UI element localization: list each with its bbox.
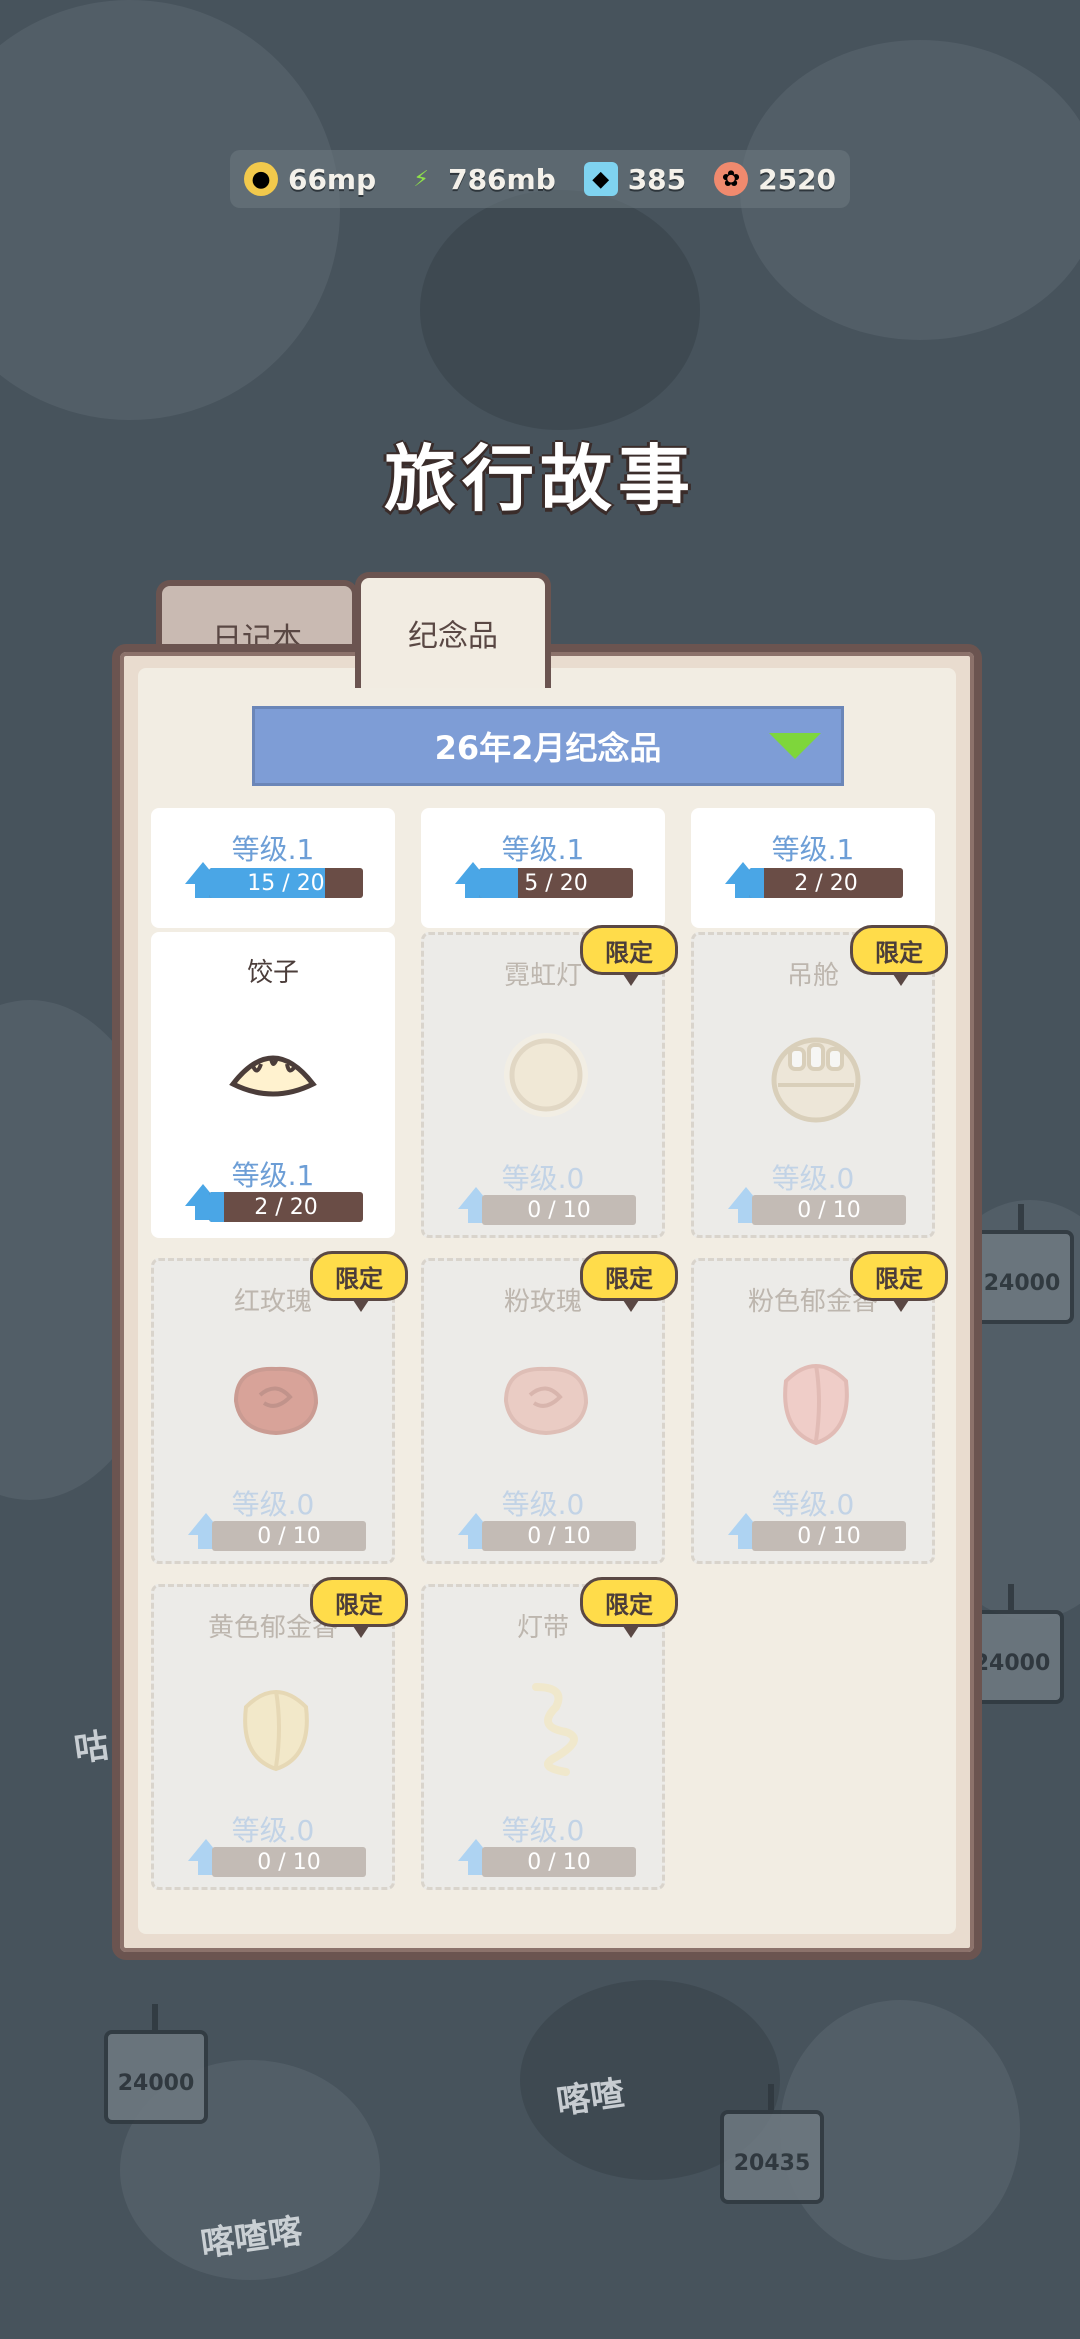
progress-text: 0 / 10: [257, 1523, 321, 1549]
progress-text: 2 / 20: [794, 870, 858, 896]
shell-resource[interactable]: ✿ 2520: [714, 162, 836, 196]
progress-fill: [749, 868, 765, 898]
souvenir-card[interactable]: 等级.1 2 / 20: [691, 808, 935, 928]
souvenir-name: 饺子: [246, 958, 299, 988]
progress-fill: [479, 868, 518, 898]
progress-text: 0 / 10: [797, 1197, 861, 1223]
pod-icon: [771, 1037, 861, 1123]
coin-resource[interactable]: ● 66mp: [243, 162, 377, 196]
coin-count: 66mp: [287, 162, 377, 196]
souvenir-card[interactable]: 粉色郁金香 等级.0 0 / 10 限定: [691, 1251, 948, 1564]
limited-badge: 限定: [850, 925, 948, 986]
energy-count: 786mb: [448, 162, 556, 196]
progress-fill: [209, 1192, 225, 1222]
progress-bar: 0 / 10: [482, 1521, 636, 1551]
limited-badge-label: 限定: [605, 1590, 653, 1619]
progress-bar: 0 / 10: [212, 1521, 366, 1551]
souvenir-card[interactable]: 黄色郁金香 等级.0 0 / 10 限定: [151, 1577, 408, 1890]
limited-badge-label: 限定: [605, 938, 653, 967]
limited-badge-label: 限定: [605, 1264, 653, 1293]
limited-badge: 限定: [580, 1577, 678, 1638]
light-strip-icon: [532, 1683, 578, 1776]
limited-badge: 限定: [580, 1251, 678, 1312]
message-sign: 24000: [104, 2004, 208, 2124]
progress-text: 15 / 20: [247, 870, 325, 896]
limited-badge: 限定: [310, 1577, 408, 1638]
lightning-icon: ⚡: [413, 166, 429, 192]
limited-badge: 限定: [310, 1251, 408, 1312]
month-dropdown[interactable]: 26年2月纪念品: [252, 706, 844, 786]
progress-bar: 0 / 10: [212, 1847, 366, 1877]
progress-text: 5 / 20: [524, 870, 588, 896]
souvenir-panel: 26年2月纪念品 等级.1 15 / 20 等级.1 5 / 20 等级.1 2 /…: [112, 644, 982, 1960]
progress-text: 0 / 10: [527, 1523, 591, 1549]
coin-icon: ●: [243, 162, 278, 196]
shell-icon: ✿: [714, 162, 749, 196]
sound-effect-text: 咕: [71, 1725, 112, 1771]
pink-rose-icon: [503, 1366, 589, 1436]
limited-badge: 限定: [580, 925, 678, 986]
progress-text: 0 / 10: [527, 1849, 591, 1875]
resource-bar: ● 66mp ⚡ 786mb ◆ 385 ✿ 2520: [230, 150, 850, 208]
gem-icon: ◆: [583, 162, 618, 196]
shell-count: 2520: [758, 162, 837, 196]
progress-text: 2 / 20: [254, 1194, 318, 1220]
progress-text: 0 / 10: [797, 1523, 861, 1549]
message-sign: 20435: [720, 2084, 824, 2204]
souvenir-card[interactable]: 红玫瑰 等级.0 0 / 10 限定: [151, 1251, 408, 1564]
progress-bar: 5 / 20: [479, 868, 633, 898]
tab-souvenirs[interactable]: 纪念品: [355, 572, 551, 688]
dropdown-value: 26年2月纪念品: [434, 729, 662, 767]
gem-count: 385: [627, 162, 687, 196]
progress-bar: 2 / 20: [749, 868, 903, 898]
page-title: 旅行故事: [383, 437, 696, 521]
souvenir-card[interactable]: 等级.1 15 / 20: [151, 808, 395, 928]
progress-text: 0 / 10: [527, 1197, 591, 1223]
pink-tulip-icon: [783, 1364, 849, 1446]
message-sign: 24000: [970, 1204, 1074, 1324]
tab-souvenirs-label: 纪念品: [408, 619, 498, 654]
progress-bar: 0 / 10: [752, 1195, 906, 1225]
progress-bar: 15 / 20: [209, 868, 363, 898]
progress-bar: 2 / 20: [209, 1192, 363, 1222]
gem-resource[interactable]: ◆ 385: [583, 162, 687, 196]
progress-bar: 0 / 10: [482, 1847, 636, 1877]
souvenir-list[interactable]: 26年2月纪念品 等级.1 15 / 20 等级.1 5 / 20 等级.1 2 /…: [138, 668, 956, 1934]
limited-badge-label: 限定: [875, 938, 923, 967]
sound-effect-text: 喀喳: [554, 2073, 627, 2123]
souvenir-card[interactable]: 吊舱 等级.0 0 / 10 限定: [691, 925, 948, 1238]
progress-bar: 0 / 10: [752, 1521, 906, 1551]
limited-badge-label: 限定: [335, 1264, 383, 1293]
limited-badge-label: 限定: [335, 1590, 383, 1619]
souvenir-card[interactable]: 粉玫瑰 等级.0 0 / 10 限定: [421, 1251, 678, 1564]
souvenir-card[interactable]: 霓虹灯 等级.0 0 / 10 限定: [421, 925, 678, 1238]
neon-light-icon: [504, 1033, 588, 1117]
limited-badge-label: 限定: [875, 1264, 923, 1293]
limited-badge: 限定: [850, 1251, 948, 1312]
souvenir-card[interactable]: 灯带 等级.0 0 / 10 限定: [421, 1577, 678, 1890]
progress-text: 0 / 10: [257, 1849, 321, 1875]
progress-bar: 0 / 10: [482, 1195, 636, 1225]
energy-resource[interactable]: ⚡ 786mb: [404, 162, 556, 196]
souvenir-card[interactable]: 等级.1 5 / 20: [421, 808, 665, 928]
red-rose-icon: [233, 1366, 319, 1436]
yellow-tulip-icon: [243, 1690, 309, 1772]
chevron-down-icon: [769, 733, 821, 759]
dumpling-icon: [229, 1055, 317, 1097]
souvenir-card[interactable]: 饺子 等级.1 2 / 20: [151, 932, 395, 1238]
